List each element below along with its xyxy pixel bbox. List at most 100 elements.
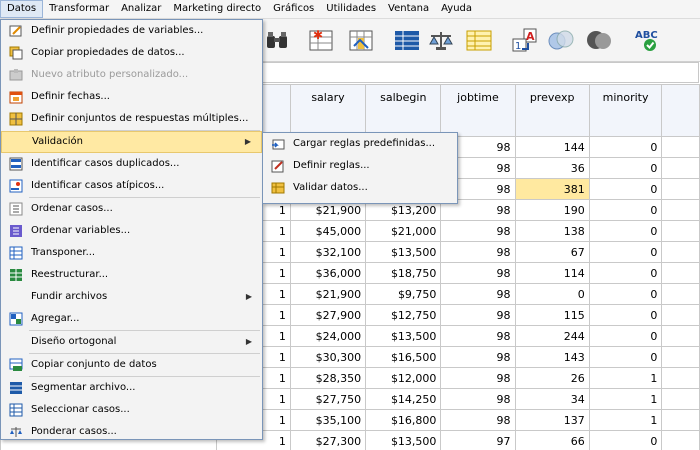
data-cell[interactable]: 1 <box>588 367 663 389</box>
data-cell[interactable]: 98 <box>440 346 516 368</box>
menu-item-definir-propiedades-variables[interactable]: Definir propiedades de variables... <box>1 20 262 42</box>
menu-item-identificar-duplicados[interactable]: Identificar casos duplicados... <box>1 153 262 175</box>
menu-item-definir-conjuntos-respuestas[interactable]: Definir conjuntos de respuestas múltiple… <box>1 108 262 130</box>
data-cell[interactable]: 98 <box>440 241 516 263</box>
data-cell[interactable]: 0 <box>588 220 663 242</box>
data-cell[interactable]: 67 <box>514 241 590 263</box>
data-cell[interactable]: 1 <box>588 409 663 431</box>
data-cell[interactable]: $14,250 <box>365 388 442 410</box>
menu-item-diseno-ortogonal[interactable]: Diseño ortogonal ▶ <box>1 331 262 353</box>
menu-item-ponderar-casos[interactable]: Ponderar casos... <box>1 421 262 443</box>
data-cell[interactable]: 244 <box>514 325 590 347</box>
column-header[interactable]: salary <box>289 84 367 137</box>
insert-cases-icon[interactable]: ✱ <box>306 25 336 55</box>
data-cell[interactable] <box>661 325 700 347</box>
menu-item-ordenar-casos[interactable]: Ordenar casos... <box>1 198 262 220</box>
data-cell[interactable] <box>661 178 700 200</box>
data-cell[interactable]: 0 <box>588 157 663 179</box>
data-cell[interactable]: $27,750 <box>289 388 367 410</box>
data-cell[interactable]: 34 <box>514 388 590 410</box>
data-cell[interactable]: 0 <box>588 346 663 368</box>
data-cell[interactable]: $13,500 <box>365 430 442 450</box>
data-cell[interactable]: 0 <box>588 430 663 450</box>
menu-item-cargar-reglas[interactable]: Cargar reglas predefinidas... <box>263 133 457 155</box>
data-cell[interactable]: 98 <box>440 325 516 347</box>
menu-item-fundir-archivos[interactable]: Fundir archivos ▶ <box>1 286 262 308</box>
menu-item-identificar-atipicos[interactable]: Identificar casos atípicos... <box>1 175 262 197</box>
data-cell[interactable] <box>661 409 700 431</box>
binoculars-icon[interactable] <box>262 25 292 55</box>
data-cell[interactable] <box>661 304 700 326</box>
data-cell[interactable]: $30,300 <box>289 346 367 368</box>
data-cell[interactable]: $35,100 <box>289 409 367 431</box>
data-cell[interactable] <box>661 283 700 305</box>
column-header[interactable]: minority <box>588 84 663 137</box>
data-cell[interactable] <box>661 241 700 263</box>
data-cell[interactable]: $32,100 <box>289 241 367 263</box>
data-cell[interactable]: 138 <box>514 220 590 242</box>
menu-datos[interactable]: Datos <box>0 0 44 18</box>
menu-item-copiar-propiedades-datos[interactable]: Copiar propiedades de datos... <box>1 42 262 64</box>
cell-value-field[interactable] <box>262 62 699 83</box>
data-cell[interactable]: 114 <box>514 262 590 284</box>
data-cell[interactable]: 0 <box>588 241 663 263</box>
data-cell[interactable]: 66 <box>514 430 590 450</box>
select-cases-icon[interactable] <box>464 25 494 55</box>
menu-transformar[interactable]: Transformar <box>43 0 115 18</box>
data-cell[interactable]: $13,500 <box>365 241 442 263</box>
data-cell[interactable]: 98 <box>440 283 516 305</box>
data-cell[interactable]: 144 <box>514 136 590 158</box>
data-cell[interactable]: 0 <box>588 178 663 200</box>
data-cell[interactable]: 0 <box>588 136 663 158</box>
data-cell[interactable] <box>661 430 700 450</box>
column-header[interactable]: jobtime <box>440 84 516 137</box>
value-labels-icon[interactable]: A1 <box>510 25 540 55</box>
data-cell[interactable]: 36 <box>514 157 590 179</box>
data-cell[interactable] <box>661 262 700 284</box>
data-cell[interactable] <box>661 136 700 158</box>
menu-item-reestructurar[interactable]: Reestructurar... <box>1 264 262 286</box>
menu-item-validacion[interactable]: Validación ▶ <box>1 131 262 153</box>
data-cell[interactable] <box>661 388 700 410</box>
data-cell[interactable]: $27,900 <box>289 304 367 326</box>
data-cell[interactable]: $16,500 <box>365 346 442 368</box>
data-cell[interactable]: 0 <box>514 283 590 305</box>
data-cell[interactable]: $28,350 <box>289 367 367 389</box>
data-cell[interactable]: $45,000 <box>289 220 367 242</box>
column-header[interactable]: salbegin <box>365 84 442 137</box>
data-cell[interactable]: 381 <box>514 178 590 200</box>
data-cell[interactable]: $12,750 <box>365 304 442 326</box>
menu-utilidades[interactable]: Utilidades <box>320 0 382 18</box>
data-cell[interactable]: $36,000 <box>289 262 367 284</box>
data-cell[interactable] <box>661 199 700 221</box>
menu-item-transponer[interactable]: Transponer... <box>1 242 262 264</box>
weight-cases-icon[interactable] <box>426 25 456 55</box>
show-all-variables-icon[interactable] <box>584 25 614 55</box>
data-cell[interactable]: 0 <box>588 283 663 305</box>
menu-item-definir-reglas[interactable]: Definir reglas... <box>263 155 457 177</box>
split-file-icon[interactable] <box>392 25 422 55</box>
menu-item-validar-datos[interactable]: Validar datos... <box>263 177 457 199</box>
use-sets-icon[interactable] <box>546 25 576 55</box>
menu-ventana[interactable]: Ventana <box>382 0 435 18</box>
menu-analizar[interactable]: Analizar <box>115 0 167 18</box>
data-cell[interactable]: $13,500 <box>365 325 442 347</box>
data-cell[interactable]: $24,000 <box>289 325 367 347</box>
data-cell[interactable]: 98 <box>440 409 516 431</box>
data-cell[interactable]: $27,300 <box>289 430 367 450</box>
data-cell[interactable]: 0 <box>588 325 663 347</box>
data-cell[interactable]: 0 <box>588 304 663 326</box>
menu-item-ordenar-variables[interactable]: Ordenar variables... <box>1 220 262 242</box>
data-cell[interactable]: $9,750 <box>365 283 442 305</box>
menu-item-agregar[interactable]: Agregar... <box>1 308 262 330</box>
data-cell[interactable]: 98 <box>440 388 516 410</box>
data-cell[interactable]: 98 <box>440 220 516 242</box>
data-cell[interactable]: 143 <box>514 346 590 368</box>
data-cell[interactable]: 98 <box>440 304 516 326</box>
data-cell[interactable]: 190 <box>514 199 590 221</box>
data-cell[interactable] <box>661 367 700 389</box>
data-cell[interactable]: 26 <box>514 367 590 389</box>
data-cell[interactable]: $21,000 <box>365 220 442 242</box>
menu-marketing-directo[interactable]: Marketing directo <box>167 0 267 18</box>
menu-graficos[interactable]: Gráficos <box>267 0 320 18</box>
